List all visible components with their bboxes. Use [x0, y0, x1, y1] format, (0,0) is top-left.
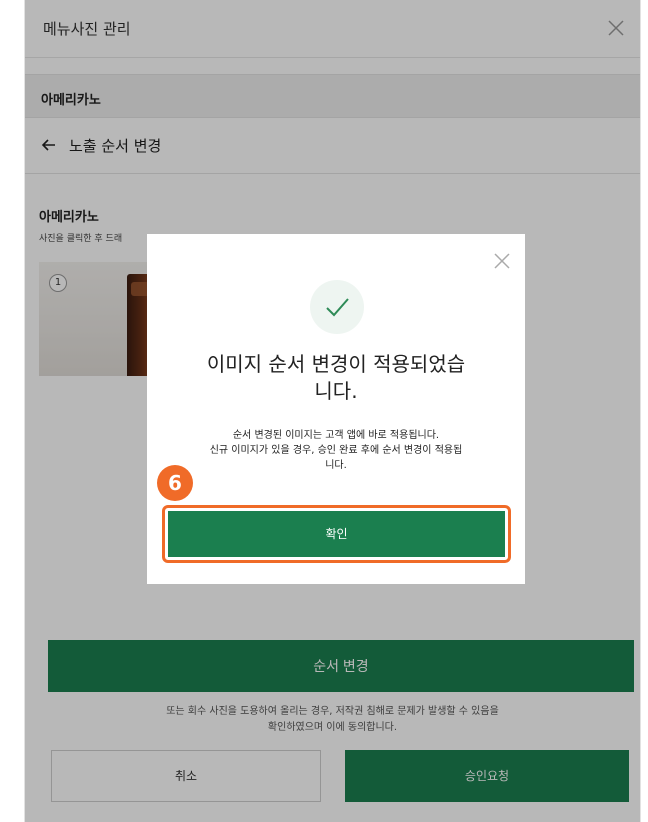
page-frame: 메뉴사진 관리 아메리카노 노출 순서 변경 아메리카노 사진을 클릭한 후 드…: [24, 0, 641, 822]
success-dialog: 이미지 순서 변경이 적용되었습 니다. 순서 변경된 이미지는 고객 앱에 바…: [147, 234, 525, 584]
dialog-title-line: 이미지 순서 변경이 적용되었습: [206, 352, 466, 376]
dialog-description-line: 신규 이미지가 있을 경우, 승인 완료 후에 순서 변경이 적용됩: [209, 445, 463, 456]
dialog-description-line: 순서 변경된 이미지는 고객 앱에 바로 적용됩니다.: [232, 430, 440, 441]
dialog-description: 순서 변경된 이미지는 고객 앱에 바로 적용됩니다. 신규 이미지가 있을 경…: [147, 428, 525, 473]
checkmark-icon: [310, 280, 364, 334]
dialog-title-line: 니다.: [314, 379, 358, 403]
confirm-highlight: 확인: [162, 505, 511, 563]
dialog-title: 이미지 순서 변경이 적용되었습 니다.: [147, 351, 525, 405]
dialog-description-line: 니다.: [325, 460, 347, 471]
confirm-button[interactable]: 확인: [168, 511, 505, 557]
step-number-badge: 6: [157, 465, 193, 501]
close-icon[interactable]: [491, 250, 513, 272]
